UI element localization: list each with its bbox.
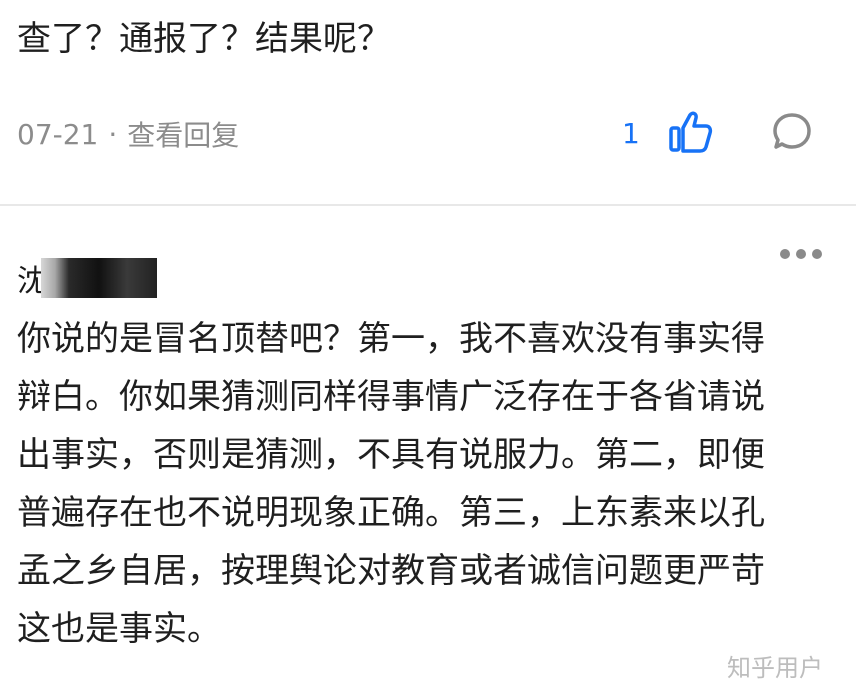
comment-meta: 07-21 · 查看回复 [17,114,239,154]
thumbs-up-icon[interactable] [664,107,716,159]
body-line: 普遍存在也不说明现象正确。第三，上东素来以孔 [17,493,765,533]
reply-body: 你说的是冒名顶替吧？第一，我不喜欢没有事实得 辩白。你如果猜测同样得事情广泛存在… [17,310,817,658]
top-comment-text: 查了？通报了？结果呢？ [17,19,391,59]
meta-separator: · [108,117,118,151]
reply-comment: 沈 你说的是冒名顶替吧？第一，我不喜欢没有事实得 辩白。你如果猜测同样得事情广泛… [0,206,856,695]
view-replies-link[interactable]: 查看回复 [127,114,239,154]
body-line: 辩白。你如果猜测同样得事情广泛存在于各省请说 [17,377,765,417]
body-line: 这也是事实。 [17,609,221,649]
comment-date: 07-21 [17,117,99,151]
watermark: 知乎用户 [727,654,823,682]
body-line: 出事实，否则是猜测，不具有说服力。第二，即便 [17,435,765,475]
more-dots-icon[interactable] [778,244,824,264]
comment-bubble-icon[interactable] [768,108,816,156]
username[interactable]: 沈 [17,256,157,300]
username-redaction [41,258,157,298]
body-line: 孟之乡自居，按理舆论对教育或者诚信问题更严苛 [17,551,765,591]
like-count: 1 [622,117,640,150]
top-comment: 查了？通报了？结果呢？ 07-21 · 查看回复 1 [0,0,856,205]
body-line: 你说的是冒名顶替吧？第一，我不喜欢没有事实得 [17,319,765,359]
